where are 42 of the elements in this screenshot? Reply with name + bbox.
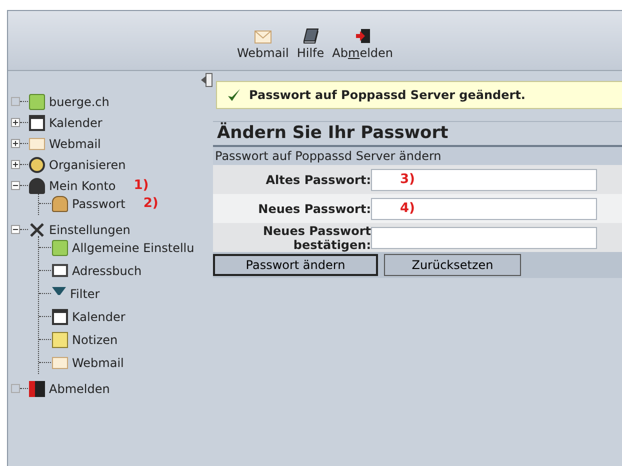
form-button[interactable]: Zurücksetzen [384, 254, 521, 276]
calendar-icon [29, 114, 45, 130]
field-label: Neues Passwort bestätigen: [262, 224, 371, 252]
tools-icon [29, 222, 45, 238]
tree-item[interactable]: Organisieren [8, 154, 213, 175]
book-icon [302, 28, 318, 44]
toolbar-button[interactable]: Hilfe [296, 28, 324, 60]
success-message: Passwort auf Poppassd Server geändert. [249, 88, 526, 102]
form-button[interactable]: Passwort ändern [213, 254, 378, 276]
expander-icon[interactable] [11, 118, 20, 127]
expander-icon[interactable] [11, 181, 20, 190]
expander-icon[interactable] [11, 160, 20, 169]
password-field[interactable]: 3) [371, 168, 597, 190]
annotation-number: 2) [143, 196, 158, 211]
tree-item[interactable]: Filter [39, 282, 194, 305]
password-field[interactable] [371, 226, 597, 248]
toolbar-button[interactable]: Webmail [236, 30, 289, 60]
field-label: Neues Passwort: [257, 202, 371, 216]
tree-item[interactable]: Kalender [8, 112, 213, 133]
form-subtitle: Passwort auf Poppassd Server ändern [213, 147, 622, 165]
annotation-number: 3) [400, 172, 415, 187]
expander-icon[interactable] [11, 225, 20, 234]
toolbar-button[interactable]: Abmelden [332, 28, 394, 60]
envelope-icon [254, 30, 272, 44]
checkmark-icon [227, 88, 241, 102]
envelope-icon [29, 138, 45, 150]
envelope-icon [52, 356, 68, 368]
tree-item[interactable]: Notizen [39, 328, 194, 351]
collapse-icon[interactable] [201, 73, 213, 87]
tree-item[interactable]: buerge.ch [8, 91, 213, 112]
annotation-number: 1) [134, 178, 149, 193]
calendar-icon [52, 308, 68, 324]
tree-item[interactable]: Webmail [8, 133, 213, 154]
annotation-number: 4) [400, 201, 415, 216]
expander-icon[interactable] [11, 139, 20, 148]
tree-item[interactable]: Abmelden [8, 378, 213, 399]
tree-item[interactable]: Adressbuch [39, 259, 194, 282]
password-field[interactable]: 4) [371, 198, 597, 220]
tree-item[interactable]: Webmail [39, 351, 194, 374]
tree-item[interactable]: Passwort 2) [39, 192, 158, 215]
field-label: Altes Passwort: [264, 172, 371, 186]
tree-item[interactable]: Kalender [39, 305, 194, 328]
